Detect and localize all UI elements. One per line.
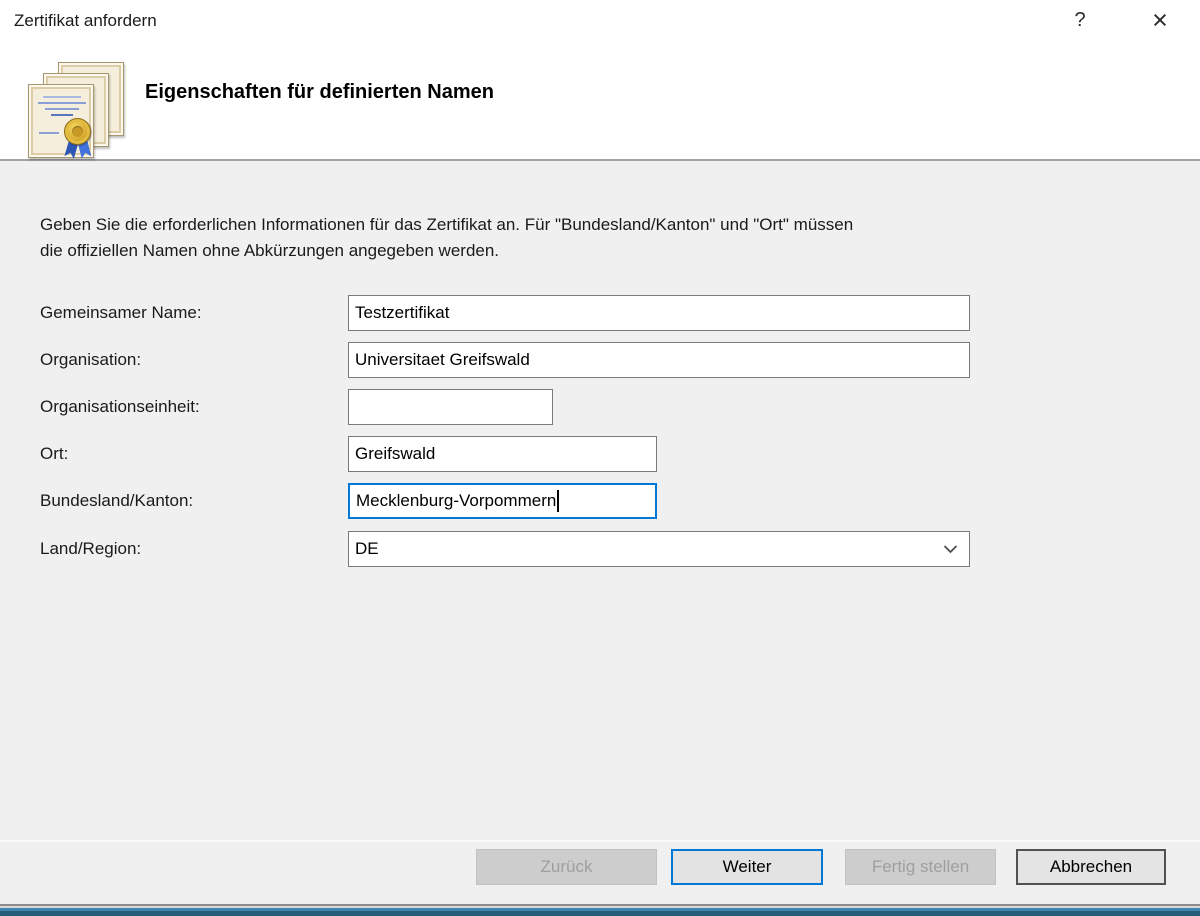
help-button[interactable]: ?: [1056, 2, 1104, 38]
common-name-input[interactable]: [348, 295, 970, 331]
close-button[interactable]: ×: [1134, 2, 1186, 38]
organization-input[interactable]: [348, 342, 970, 378]
certificate-request-dialog: Zertifikat anfordern ? × Eigenschaften f…: [0, 0, 1200, 916]
organization-label: Organisation:: [40, 342, 141, 378]
chevron-down-icon: [943, 544, 958, 554]
country-combobox-value: DE: [355, 539, 379, 559]
instruction-text: Geben Sie die erforderlichen Information…: [40, 212, 853, 264]
country-label: Land/Region:: [40, 531, 141, 567]
back-button[interactable]: Zurück: [476, 849, 657, 885]
common-name-label: Gemeinsamer Name:: [40, 295, 202, 331]
next-button[interactable]: Weiter: [671, 849, 823, 885]
dialog-header: Zertifikat anfordern ? × Eigenschaften f…: [0, 0, 1200, 161]
instruction-line: Geben Sie die erforderlichen Information…: [40, 212, 853, 238]
help-icon: ?: [1074, 9, 1085, 32]
organizational-unit-input[interactable]: [348, 389, 553, 425]
certificates-icon: [28, 62, 124, 158]
state-input-value: Mecklenburg-Vorpommern: [356, 491, 556, 511]
country-combobox[interactable]: DE: [348, 531, 970, 567]
state-label: Bundesland/Kanton:: [40, 483, 193, 519]
bottom-edge-teal-line: [0, 911, 1200, 916]
finish-button[interactable]: Fertig stellen: [845, 849, 996, 885]
organizational-unit-label: Organisationseinheit:: [40, 389, 200, 425]
page-title: Eigenschaften für definierten Namen: [145, 81, 494, 104]
window-title: Zertifikat anfordern: [14, 11, 157, 31]
state-input[interactable]: Mecklenburg-Vorpommern: [348, 483, 657, 519]
cancel-button[interactable]: Abbrechen: [1016, 849, 1166, 885]
instruction-line: die offiziellen Namen ohne Abkürzungen a…: [40, 238, 853, 264]
close-icon: ×: [1152, 7, 1168, 34]
city-input[interactable]: [348, 436, 657, 472]
text-caret: [557, 490, 559, 512]
city-label: Ort:: [40, 436, 68, 472]
footer-separator: [0, 840, 1200, 842]
